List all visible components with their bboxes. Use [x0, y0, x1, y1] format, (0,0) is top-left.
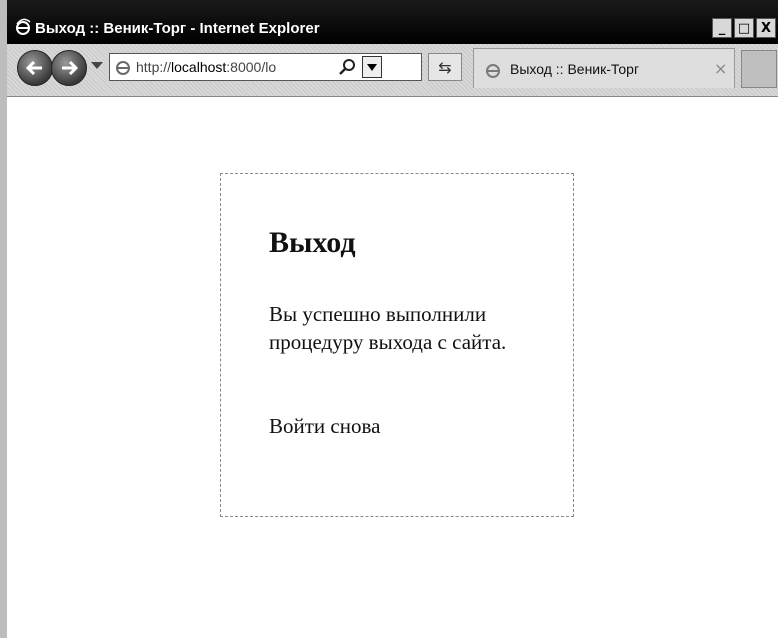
address-bar[interactable]: http://localhost:8000/lo [109, 53, 422, 81]
tab-label: Выход :: Веник-Торг [510, 61, 640, 77]
address-url: http://localhost:8000/lo [136, 59, 326, 75]
minimize-button[interactable]: _ [712, 18, 732, 38]
tab-ie-icon [486, 64, 500, 78]
page-ie-icon [116, 61, 130, 75]
logout-panel: Выход Вы успешно выполнили процедуру вых… [220, 173, 574, 517]
ie-logo-icon [16, 18, 31, 35]
logout-message: Вы успешно выполнили процедуру выхода с … [269, 302, 507, 354]
close-button[interactable]: X [756, 18, 776, 38]
back-arrow-icon [25, 60, 42, 76]
page-content: Выход Вы успешно выполнили процедуру вых… [7, 97, 778, 638]
forward-button[interactable] [51, 50, 87, 86]
window-title: Выход :: Веник-Торг - Internet Explorer [35, 20, 320, 37]
url-scheme: http:// [136, 59, 172, 75]
window-controls: _ □ X [712, 18, 776, 38]
address-dropdown-button[interactable] [362, 56, 382, 78]
page-title: Выход [269, 226, 356, 259]
navigation-toolbar: http://localhost:8000/lo ⇆ Выход :: Вени… [7, 44, 778, 97]
tab-current[interactable]: Выход :: Веник-Торг × [473, 48, 735, 88]
url-host: localhost [171, 59, 227, 75]
tab-close-icon[interactable]: × [714, 59, 727, 78]
recent-pages-dropdown[interactable] [91, 62, 103, 69]
back-button[interactable] [17, 50, 53, 86]
url-rest: :8000/lo [226, 59, 277, 75]
forward-arrow-icon [62, 60, 79, 76]
maximize-button[interactable]: □ [734, 18, 754, 38]
login-again-link[interactable]: Войти снова [269, 414, 380, 439]
search-icon[interactable] [338, 57, 358, 77]
new-tab-button[interactable] [741, 50, 777, 88]
title-bar: Выход :: Веник-Торг - Internet Explorer … [7, 0, 778, 44]
compatibility-view-icon[interactable]: ⇆ [428, 53, 462, 81]
browser-window: Выход :: Веник-Торг - Internet Explorer … [0, 0, 778, 638]
